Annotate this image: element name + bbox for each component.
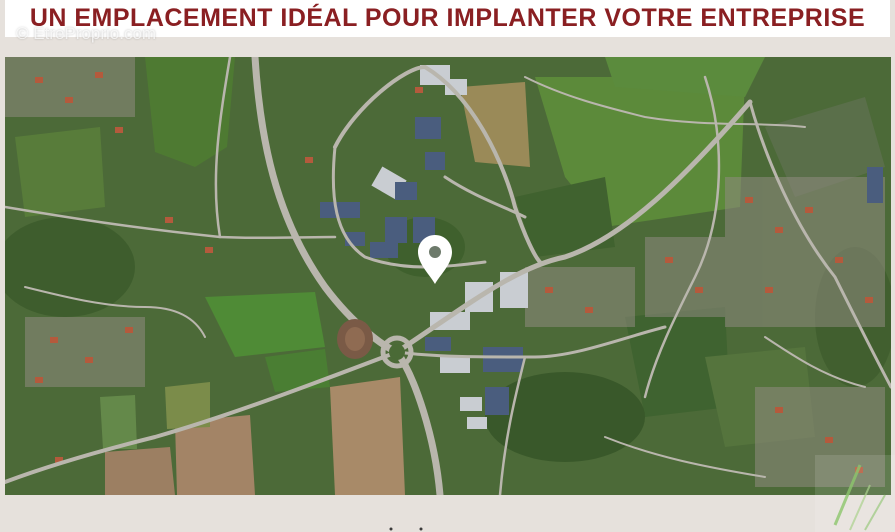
corner-logo-icon [815, 455, 895, 532]
watermark-text: © EtreProprio.com [16, 24, 157, 43]
bottom-decoration [389, 527, 423, 531]
satellite-image [5, 57, 891, 495]
satellite-map[interactable] [5, 57, 891, 495]
